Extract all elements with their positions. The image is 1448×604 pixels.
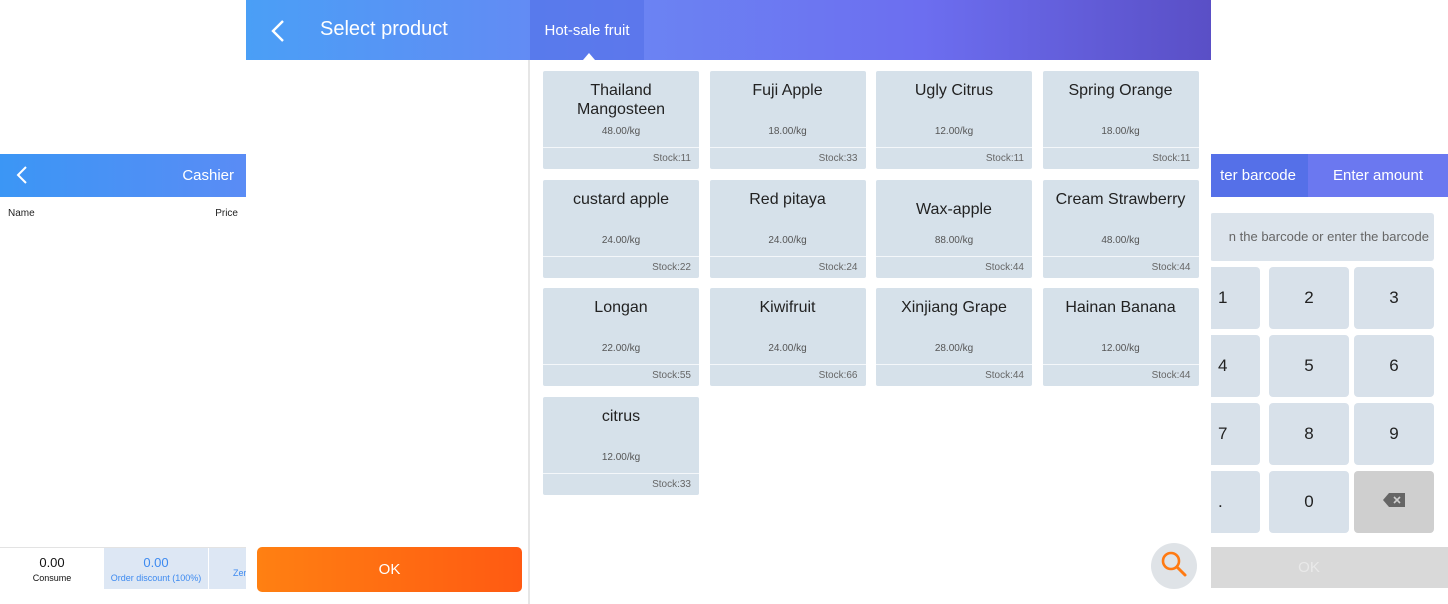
product-price: 18.00/kg	[768, 126, 807, 137]
product-price: 12.00/kg	[601, 451, 641, 463]
barcode-input[interactable]: n the barcode or enter the barcode	[1210, 213, 1434, 261]
dialog-header: Select product Hot-sale fruit	[246, 0, 1211, 60]
product-name: custard apple	[572, 190, 670, 208]
product-card[interactable]: Thailand Mangosteen 48.00/kg Stock:11	[543, 71, 699, 169]
product-name: citrus	[601, 407, 641, 425]
product-stock: Stock:44	[1042, 255, 1199, 278]
product-stock: Stock:24	[709, 255, 866, 278]
key-6[interactable]: 6	[1354, 335, 1434, 397]
key-5[interactable]: 5	[1269, 335, 1349, 397]
product-price: 28.00/kg	[934, 343, 974, 354]
tab-enter-barcode[interactable]: ter barcode	[1210, 154, 1308, 197]
product-card[interactable]: Xinjiang Grape 28.00/kg Stock:44	[876, 288, 1032, 386]
product-price: 24.00/kg	[768, 343, 807, 354]
key-4[interactable]: 4	[1210, 335, 1260, 397]
product-name: Ugly Citrus	[914, 82, 994, 99]
cashier-panel: Cashier Name Price 0.00 Consume 0.00 Ord…	[0, 0, 246, 604]
product-price: 22.00/kg	[601, 343, 641, 354]
selected-products-pane	[246, 60, 530, 604]
search-icon	[1160, 550, 1188, 583]
product-price: 12.00/kg	[934, 126, 974, 137]
product-price: 48.00/kg	[601, 126, 641, 137]
consume-value: 0.00	[39, 555, 65, 570]
product-stock: Stock:66	[709, 364, 866, 386]
discount-label: Order discount (100%)	[110, 573, 202, 583]
chevron-left-icon[interactable]	[268, 19, 290, 43]
product-stock: Stock:22	[543, 255, 699, 278]
keypad-tabs: ter barcode Enter amount	[1210, 154, 1448, 197]
cashier-header: Cashier	[0, 154, 246, 197]
product-name: Kiwifruit	[759, 299, 816, 316]
product-card[interactable]: Wax-apple 88.00/kg Stock:44	[876, 179, 1032, 278]
product-card[interactable]: Hainan Banana 12.00/kg Stock:44	[1042, 288, 1199, 386]
product-card[interactable]: Cream Strawberry 48.00/kg Stock:44	[1042, 179, 1199, 278]
product-card[interactable]: Spring Orange 18.00/kg Stock:11	[1042, 71, 1199, 169]
product-name: Red pitaya	[749, 190, 826, 208]
active-tab-caret	[583, 53, 595, 60]
dialog-title: Select product	[320, 18, 448, 40]
product-price: 24.00/kg	[768, 234, 807, 246]
product-card[interactable]: Fuji Apple 18.00/kg Stock:33	[709, 71, 866, 169]
product-price: 88.00/kg	[934, 234, 974, 246]
product-stock: Stock:11	[543, 147, 699, 169]
product-price: 18.00/kg	[1101, 126, 1140, 137]
product-name: Fuji Apple	[752, 82, 823, 99]
consume-summary: 0.00 Consume	[0, 548, 104, 589]
keypad-ok-button[interactable]: OK	[1210, 547, 1448, 588]
product-stock: Stock:44	[876, 364, 1032, 386]
product-stock: Stock:11	[876, 147, 1032, 169]
product-price: 24.00/kg	[601, 234, 641, 246]
zero-label: Zer	[233, 568, 246, 578]
ok-button[interactable]: OK	[257, 547, 522, 592]
column-name: Name	[8, 208, 35, 219]
product-card[interactable]: Red pitaya 24.00/kg Stock:24	[709, 179, 866, 278]
product-stock: Stock:44	[876, 255, 1032, 278]
product-card[interactable]: custard apple 24.00/kg Stock:22	[543, 179, 699, 278]
cashier-title: Cashier	[182, 167, 234, 184]
discount-value: 0.00	[143, 555, 169, 570]
order-discount-button[interactable]: 0.00 Order discount (100%)	[104, 548, 208, 589]
tab-hot-sale-fruit[interactable]: Hot-sale fruit	[530, 0, 644, 60]
consume-label: Consume	[32, 573, 72, 583]
search-button[interactable]	[1151, 543, 1197, 589]
product-name: Thailand Mangosteen	[576, 82, 666, 118]
key-7[interactable]: 7	[1210, 403, 1260, 465]
product-name: Spring Orange	[1068, 82, 1173, 99]
key-9[interactable]: 9	[1354, 403, 1434, 465]
backspace-icon	[1383, 492, 1405, 512]
product-price: 12.00/kg	[1101, 343, 1140, 354]
product-card[interactable]: Ugly Citrus 12.00/kg Stock:11	[876, 71, 1032, 169]
zero-button[interactable]: Zer	[208, 548, 246, 589]
product-price: 48.00/kg	[1101, 234, 1140, 246]
key-2[interactable]: 2	[1269, 267, 1349, 329]
column-price: Price	[215, 208, 238, 219]
product-name: Cream Strawberry	[1055, 190, 1186, 208]
keypad-panel: ter barcode Enter amount n the barcode o…	[1210, 0, 1448, 604]
product-stock: Stock:55	[543, 364, 699, 386]
product-card[interactable]: Kiwifruit 24.00/kg Stock:66	[709, 288, 866, 386]
cashier-footer: 0.00 Consume 0.00 Order discount (100%) …	[0, 547, 246, 589]
product-stock: Stock:11	[1042, 147, 1199, 169]
cashier-column-headers: Name Price	[0, 208, 246, 222]
key-dot[interactable]: .	[1210, 471, 1260, 533]
key-3[interactable]: 3	[1354, 267, 1434, 329]
tab-enter-amount[interactable]: Enter amount	[1308, 154, 1448, 197]
chevron-left-icon[interactable]	[12, 164, 34, 186]
product-card[interactable]: Longan 22.00/kg Stock:55	[543, 288, 699, 386]
backspace-key[interactable]	[1354, 471, 1434, 533]
product-stock: Stock:44	[1042, 364, 1199, 386]
key-1[interactable]: 1	[1210, 267, 1260, 329]
product-stock: Stock:33	[709, 147, 866, 169]
product-name: Hainan Banana	[1065, 299, 1176, 316]
product-name: Longan	[594, 299, 648, 316]
key-0[interactable]: 0	[1269, 471, 1349, 533]
product-card[interactable]: citrus 12.00/kg Stock:33	[543, 396, 699, 495]
product-stock: Stock:33	[543, 472, 699, 495]
key-8[interactable]: 8	[1269, 403, 1349, 465]
select-product-dialog: Select product Hot-sale fruit OK Thailan…	[246, 0, 1211, 604]
product-name: Wax-apple	[916, 200, 992, 218]
product-name: Xinjiang Grape	[901, 299, 1007, 316]
